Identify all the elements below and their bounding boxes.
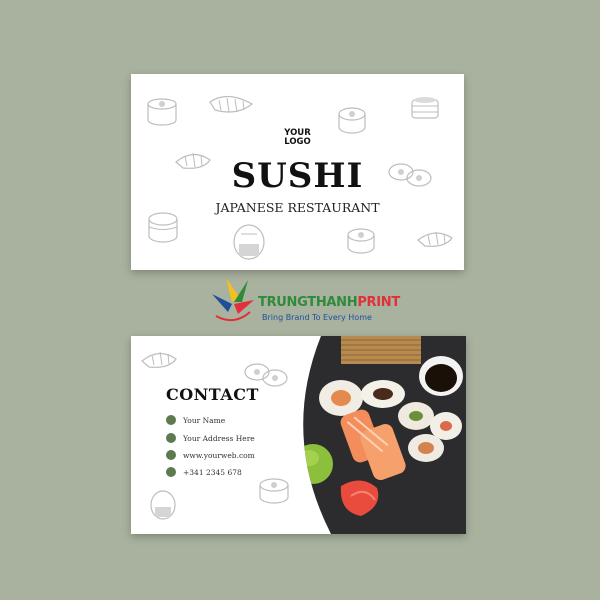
contact-address: Your Address Here [183,433,255,443]
shrimp-nigiri-icon [209,95,254,113]
logo-placeholder: YOUR LOGO [131,129,464,147]
sushi-roll-icon [147,98,177,126]
card-title: SUSHI [231,156,364,196]
soy-sauce-bowl [419,356,463,396]
globe-icon [166,467,176,477]
onigiri-icon [233,224,265,260]
business-card-front: YOUR LOGO SUSHI JAPANESE RESTAURANT [131,74,464,270]
contact-name: Your Name [183,415,226,425]
bamboo-mat [341,336,421,364]
contact-row-name: Your Name [166,414,225,426]
location-icon [166,450,176,460]
gunkan-icon [411,97,439,119]
user-icon [166,415,176,425]
brand-logo-icon [212,278,254,322]
sushi-photo [303,336,466,534]
wasabi [303,444,333,484]
logo-line-2: LOGO [284,137,311,147]
contact-web: www.yourweb.com [183,450,255,460]
phone-icon [166,433,176,443]
onigiri-icon-2 [150,490,176,520]
contact-phone: +341 2345 678 [183,467,242,477]
nigiri-icon-2 [417,231,453,247]
contact-title: CONTACT [166,385,259,404]
brand-watermark: TRUNGTHANHPRINT Bring Brand To Every Hom… [210,272,400,326]
maki-icon-3 [259,478,289,504]
card-subtitle: JAPANESE RESTAURANT [215,200,380,215]
contact-row-web: www.yourweb.com [166,449,255,461]
contact-row-phone: +341 2345 678 [166,466,242,478]
brand-name-part-2: PRINT [357,295,400,310]
nigiri-icon-3 [141,351,177,368]
business-card-back: CONTACT Your Name Your Address Here www.… [131,336,466,534]
brand-name-part-1: TRUNGTHANH [258,295,358,310]
cake-roll-icon [148,212,178,243]
contact-row-address: Your Address Here [166,432,255,444]
maki-icon-2 [347,228,375,254]
brand-tagline: Bring Brand To Every Home [262,313,372,322]
brand-name: TRUNGTHANHPRINT [258,295,400,310]
